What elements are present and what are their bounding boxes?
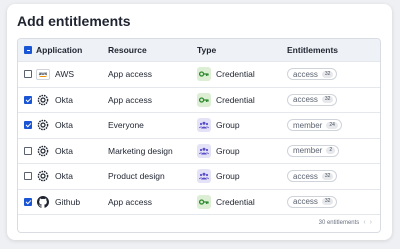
entitlement-pill[interactable]: member 24 [287, 119, 342, 132]
entitlement-count-badge: 32 [321, 70, 334, 78]
type-label: Group [216, 171, 240, 182]
okta-logo [36, 93, 50, 107]
application-name: Okta [55, 145, 73, 156]
type-label: Credential [216, 196, 255, 207]
application-name: Okta [55, 171, 73, 182]
entitlement-count-badge: 2 [326, 147, 336, 155]
entitlement-pill[interactable]: access 32 [287, 68, 338, 81]
entitlement-label: access [293, 171, 318, 181]
table-row[interactable]: Github App access Credential access 32 [18, 188, 380, 215]
entitlement-count-badge: 24 [326, 121, 338, 129]
type-label: Credential [216, 69, 255, 80]
resource-name: Everyone [108, 120, 144, 131]
page-title: Add entitlements [17, 13, 131, 29]
application-name: Okta [55, 94, 73, 105]
okta-logo [36, 118, 50, 132]
column-header-type[interactable]: Type [197, 45, 287, 55]
entitlement-pill[interactable]: member 2 [287, 144, 340, 157]
column-header-application[interactable]: Application [36, 45, 108, 55]
row-checkbox[interactable] [24, 121, 32, 130]
entitlement-label: access [293, 69, 318, 79]
column-header-entitlements[interactable]: Entitlements [287, 45, 380, 55]
key-icon [197, 67, 211, 82]
resource-name: App access [108, 69, 152, 80]
table-footer: 30 entitlements ‹ › [18, 214, 380, 230]
key-icon [197, 194, 211, 209]
table-row[interactable]: Okta Product design Group access 32 [18, 163, 380, 189]
type-label: Group [216, 120, 240, 131]
resource-name: Marketing design [108, 145, 173, 156]
resource-name: App access [108, 94, 152, 105]
row-checkbox[interactable] [24, 197, 32, 206]
okta-logo [36, 169, 50, 183]
application-name: Github [55, 196, 81, 207]
table-row[interactable]: aws AWS App access Credential access 32 [18, 61, 380, 87]
resource-name: Product design [108, 171, 165, 182]
row-checkbox[interactable] [24, 146, 32, 155]
entitlement-pill[interactable]: access 32 [287, 170, 338, 183]
key-icon [197, 92, 211, 107]
table-row[interactable]: Okta Marketing design Group member 2 [18, 137, 380, 164]
type-label: Group [216, 145, 240, 156]
entitlement-pill[interactable]: access 32 [287, 93, 338, 106]
github-logo [36, 195, 50, 209]
row-checkbox[interactable] [24, 172, 32, 181]
entitlement-count: 30 entitlements [318, 219, 360, 226]
entitlement-label: access [293, 197, 318, 207]
table-row[interactable]: Okta Everyone Group member 24 [18, 112, 380, 138]
people-icon [197, 118, 211, 133]
row-checkbox[interactable] [24, 70, 32, 79]
entitlement-label: member [293, 146, 323, 156]
resource-name: App access [108, 196, 152, 207]
type-label: Credential [216, 94, 255, 105]
entitlement-count-badge: 32 [321, 172, 334, 180]
people-icon [197, 143, 211, 158]
okta-logo [36, 144, 50, 158]
row-checkbox[interactable] [24, 95, 32, 104]
entitlement-label: member [293, 120, 323, 130]
prev-page-button[interactable]: ‹ [363, 219, 365, 226]
table-row[interactable]: Okta App access Credential access 32 [18, 86, 380, 113]
add-entitlements-card: Add entitlements Application Resource Ty… [7, 4, 392, 240]
select-all-checkbox[interactable] [24, 46, 32, 54]
entitlement-count-badge: 32 [321, 198, 334, 206]
application-name: Okta [55, 120, 73, 131]
table-header: Application Resource Type Entitlements [18, 39, 380, 61]
entitlement-label: access [293, 95, 318, 105]
aws-logo: aws [36, 67, 50, 81]
entitlements-table: Application Resource Type Entitlements a… [17, 38, 381, 233]
people-icon [197, 169, 211, 184]
entitlement-pill[interactable]: access 32 [287, 195, 338, 208]
application-name: AWS [55, 69, 75, 80]
next-page-button[interactable]: › [370, 219, 372, 226]
column-header-resource[interactable]: Resource [108, 45, 197, 55]
entitlement-count-badge: 32 [321, 96, 334, 104]
